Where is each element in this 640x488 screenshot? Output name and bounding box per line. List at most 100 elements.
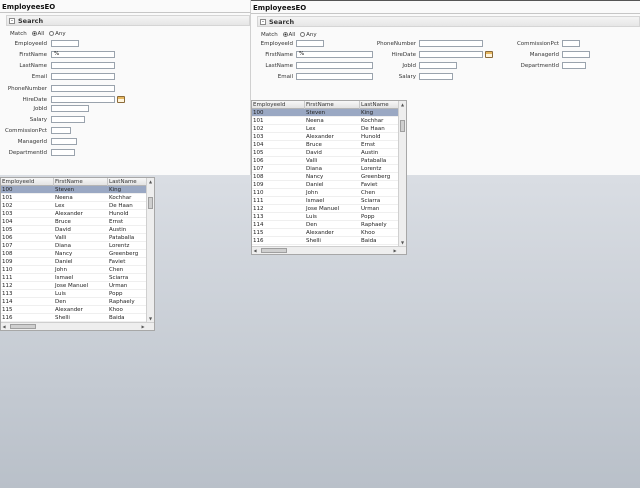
table-row[interactable]: 106 Valli Pataballa	[1, 234, 146, 242]
table-cell: 111	[2, 275, 13, 281]
match-all-radio[interactable]	[282, 32, 288, 37]
search-field-input[interactable]	[419, 73, 453, 80]
table-row[interactable]: 104 Bruce Ernst	[252, 141, 398, 149]
table-cell: 110	[2, 267, 13, 273]
search-field-input[interactable]	[51, 116, 85, 123]
table-row[interactable]: 102 Lex De Haan	[252, 125, 398, 133]
field-label: ManagerId	[17, 139, 47, 145]
search-field-input[interactable]: %	[51, 51, 115, 58]
table-row[interactable]: 107 Diana Lorentz	[1, 242, 146, 250]
scroll-thumb[interactable]	[261, 248, 287, 253]
search-field-input[interactable]	[51, 149, 75, 156]
column-header-firstname[interactable]: FirstName	[54, 178, 108, 186]
field-label: LastName	[19, 63, 47, 69]
table-row[interactable]: 115 Alexander Khoo	[252, 229, 398, 237]
table-row[interactable]: 108 Nancy Greenberg	[1, 250, 146, 258]
table-cell: Ernst	[361, 142, 376, 148]
search-field-input[interactable]	[51, 138, 77, 145]
collapse-toggle-icon[interactable]: -	[9, 18, 15, 24]
match-all-radio[interactable]	[31, 31, 37, 36]
collapse-toggle-icon[interactable]: -	[260, 19, 266, 25]
column-header-lastname[interactable]: LastName	[360, 101, 400, 109]
match-any-radio[interactable]	[49, 31, 55, 36]
table-row[interactable]: 103 Alexander Hunold	[1, 210, 146, 218]
table-cell: David	[306, 150, 322, 156]
match-any-radio[interactable]	[300, 32, 306, 37]
search-field-input[interactable]	[296, 62, 373, 69]
search-field-input[interactable]	[51, 62, 115, 69]
table-row[interactable]: 114 Den Raphaely	[252, 221, 398, 229]
search-field-input[interactable]	[562, 51, 590, 58]
table-row[interactable]: 106 Valli Pataballa	[252, 157, 398, 165]
search-field-input[interactable]	[51, 105, 89, 112]
table-row[interactable]: 103 Alexander Hunold	[252, 133, 398, 141]
table-row[interactable]: 110 John Chen	[252, 189, 398, 197]
table-row[interactable]: 114 Den Raphaely	[1, 298, 146, 306]
search-header[interactable]: - Search	[257, 16, 640, 27]
table-row[interactable]: 116 Shelli Baida	[252, 237, 398, 245]
table-cell: Baida	[361, 238, 377, 244]
table-row[interactable]: 102 Lex De Haan	[1, 202, 146, 210]
search-field-input[interactable]	[51, 96, 115, 103]
scroll-up-icon[interactable]: ▲	[148, 179, 153, 184]
column-header-firstname[interactable]: FirstName	[305, 101, 360, 109]
search-field-input[interactable]	[51, 73, 115, 80]
scroll-right-icon[interactable]: ▶	[140, 323, 146, 330]
table-row[interactable]: 116 Shelli Baida	[1, 314, 146, 322]
scroll-down-icon[interactable]: ▼	[148, 316, 153, 321]
search-field-input[interactable]	[296, 40, 324, 47]
table-row[interactable]: 101 Neena Kochhar	[252, 117, 398, 125]
table-row[interactable]: 105 David Austin	[252, 149, 398, 157]
table-row[interactable]: 101 Neena Kochhar	[1, 194, 146, 202]
table-row[interactable]: 113 Luis Popp	[252, 213, 398, 221]
table-cell: Nancy	[55, 251, 73, 257]
table-row[interactable]: 115 Alexander Khoo	[1, 306, 146, 314]
table-row[interactable]: 111 Ismael Sciarra	[252, 197, 398, 205]
table-row[interactable]: 104 Bruce Ernst	[1, 218, 146, 226]
search-field-input[interactable]	[296, 73, 373, 80]
search-field-input[interactable]: %	[296, 51, 373, 58]
column-header-lastname[interactable]: LastName	[108, 178, 148, 186]
search-field-input[interactable]	[51, 85, 115, 92]
table-row[interactable]: 100 Steven King	[1, 186, 146, 194]
table-row[interactable]: 112 Jose Manuel Urman	[252, 205, 398, 213]
scroll-down-icon[interactable]: ▼	[400, 240, 405, 245]
table-row[interactable]: 100 Steven King	[252, 109, 398, 117]
search-field-input[interactable]	[51, 127, 71, 134]
vertical-scrollbar[interactable]: ▲ ▼	[146, 178, 154, 322]
left-panel: EmployeesEO - Search Match All Any Emplo…	[0, 0, 251, 175]
table-row[interactable]: 109 Daniel Faviet	[252, 181, 398, 189]
table-row[interactable]: 110 John Chen	[1, 266, 146, 274]
vertical-scrollbar[interactable]: ▲ ▼	[398, 101, 406, 246]
scroll-thumb[interactable]	[148, 197, 153, 209]
table-row[interactable]: 111 Ismael Sciarra	[1, 274, 146, 282]
column-header-employeeid[interactable]: EmployeeId	[1, 178, 54, 186]
search-field-input[interactable]	[562, 62, 586, 69]
calendar-icon[interactable]	[117, 96, 125, 103]
table-row[interactable]: 112 Jose Manuel Urman	[1, 282, 146, 290]
search-header[interactable]: - Search	[6, 15, 250, 26]
calendar-icon[interactable]	[485, 51, 493, 58]
table-row[interactable]: 108 Nancy Greenberg	[252, 173, 398, 181]
scroll-up-icon[interactable]: ▲	[400, 102, 405, 107]
table-row[interactable]: 113 Luis Popp	[1, 290, 146, 298]
table-row[interactable]: 109 Daniel Faviet	[1, 258, 146, 266]
table-row[interactable]: 105 David Austin	[1, 226, 146, 234]
search-field-input[interactable]	[562, 40, 580, 47]
scroll-thumb[interactable]	[10, 324, 36, 329]
column-header-employeeid[interactable]: EmployeeId	[252, 101, 305, 109]
table-row[interactable]: 107 Diana Lorentz	[252, 165, 398, 173]
scroll-left-icon[interactable]: ◀	[1, 323, 7, 330]
search-field-input[interactable]	[419, 40, 483, 47]
table-cell: Faviet	[361, 182, 378, 188]
scroll-thumb[interactable]	[400, 120, 405, 132]
search-field-input[interactable]	[419, 62, 457, 69]
search-field-input[interactable]	[419, 51, 483, 58]
horizontal-scrollbar[interactable]: ◀ ▶	[252, 246, 406, 254]
field-label: Email	[277, 74, 293, 80]
match-any-label: Any	[306, 32, 317, 38]
search-field-input[interactable]	[51, 40, 79, 47]
scroll-left-icon[interactable]: ◀	[252, 247, 258, 254]
scroll-right-icon[interactable]: ▶	[392, 247, 398, 254]
horizontal-scrollbar[interactable]: ◀ ▶	[1, 322, 154, 330]
